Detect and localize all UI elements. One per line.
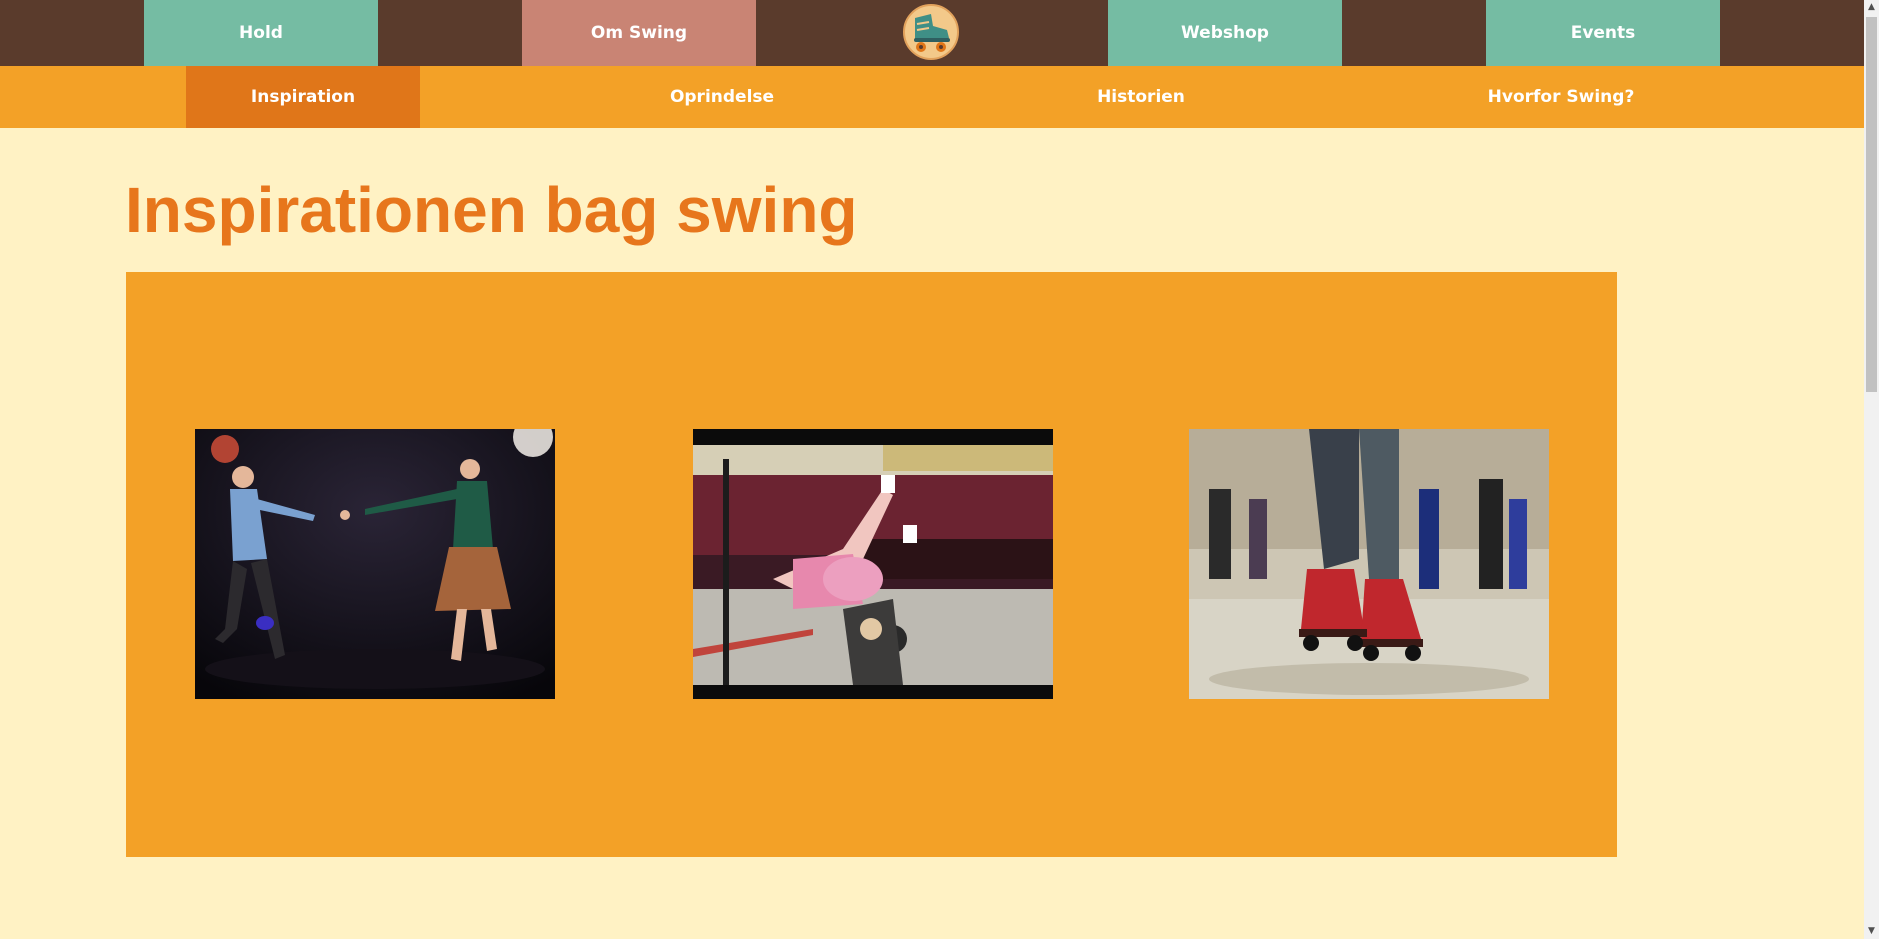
nav-om-swing-label: Om Swing [590,23,688,43]
nav-om-swing[interactable]: Om Swing [522,0,756,66]
subnav-hvorfor-swing[interactable]: Hvorfor Swing? [1444,66,1678,128]
vertical-scrollbar[interactable]: ▲ ▼ [1864,0,1879,939]
photo-gallery [126,272,1617,857]
subnav-historien-label: Historien [1097,87,1185,107]
nav-webshop[interactable]: Webshop [1108,0,1342,66]
nav-events-label: Events [1570,23,1636,43]
subnav-inspiration-label: Inspiration [250,87,356,107]
swing-dancers-photo[interactable] [195,429,555,699]
subnav-oprindelse-label: Oprindelse [669,87,775,107]
scroll-down-icon[interactable]: ▼ [1864,924,1879,939]
subnav-historien[interactable]: Historien [1024,66,1258,128]
top-navigation: Hold Om Swing Webshop Events [0,0,1864,66]
skate-dance-lift-photo[interactable] [693,429,1053,699]
scroll-up-icon[interactable]: ▲ [1864,0,1879,15]
page-title: Inspirationen bag swing [125,174,858,246]
subnav-oprindelse[interactable]: Oprindelse [605,66,839,128]
scrollbar-thumb[interactable] [1866,17,1877,392]
nav-webshop-label: Webshop [1181,23,1269,43]
nav-hold-label: Hold [239,23,283,43]
roller-skates-photo[interactable] [1189,429,1549,699]
roller-skate-icon[interactable] [903,4,959,60]
sub-navigation: Inspiration Oprindelse Historien Hvorfor… [0,66,1864,128]
subnav-inspiration[interactable]: Inspiration [186,66,420,128]
subnav-hvorfor-swing-label: Hvorfor Swing? [1487,87,1635,107]
nav-hold[interactable]: Hold [144,0,378,66]
nav-events[interactable]: Events [1486,0,1720,66]
